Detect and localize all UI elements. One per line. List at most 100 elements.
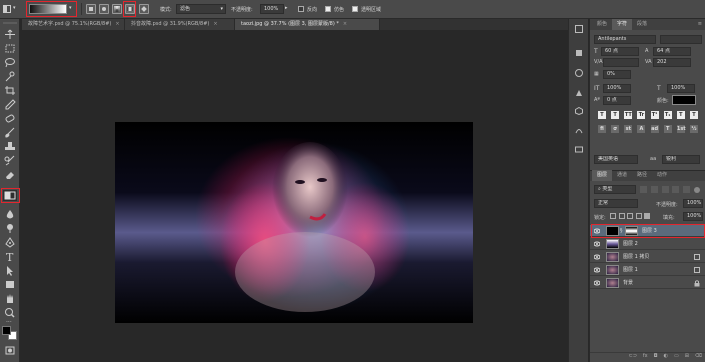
dodge-tool-icon[interactable] bbox=[3, 223, 17, 234]
linear-gradient-button[interactable] bbox=[86, 4, 96, 14]
ligatures-button[interactable]: fi bbox=[598, 125, 606, 133]
tab-document-1[interactable]: 故障艺术字.psd @ 75.1%(RGB/8#) × bbox=[22, 19, 125, 30]
lock-position-icon[interactable] bbox=[627, 213, 633, 219]
lock-all-icon[interactable] bbox=[644, 213, 650, 219]
eye-icon[interactable] bbox=[594, 241, 600, 247]
diamond-gradient-button[interactable] bbox=[139, 4, 149, 14]
tab-channels[interactable]: 通道 bbox=[612, 170, 632, 181]
layer-row[interactable]: 背景 bbox=[590, 277, 705, 289]
lock-artboard-icon[interactable] bbox=[635, 213, 642, 219]
superscript-button[interactable]: T¹ bbox=[650, 111, 659, 119]
leading-input[interactable]: 64 点 bbox=[653, 47, 691, 56]
font-size-input[interactable]: 60 点 bbox=[601, 47, 639, 56]
history-icon[interactable] bbox=[575, 25, 583, 33]
eye-icon[interactable] bbox=[594, 280, 600, 286]
layer-row[interactable]: 图层 2 bbox=[590, 238, 705, 250]
close-icon[interactable]: × bbox=[213, 21, 217, 27]
discretionary-ligatures-button[interactable]: st bbox=[624, 125, 633, 133]
tracking-input[interactable]: 202 bbox=[653, 58, 691, 67]
move-tool-icon[interactable] bbox=[3, 29, 17, 40]
new-group-icon[interactable]: ▭ bbox=[674, 353, 679, 362]
vertical-scale-input[interactable]: 100% bbox=[603, 84, 631, 93]
tab-paths[interactable]: 路径 bbox=[632, 170, 652, 181]
layer-opacity-input[interactable]: 100% bbox=[683, 199, 703, 208]
add-style-icon[interactable]: fx bbox=[643, 353, 648, 362]
close-icon[interactable]: × bbox=[343, 21, 347, 27]
eyedropper-tool-icon[interactable] bbox=[3, 99, 17, 110]
pen-tool-icon[interactable] bbox=[3, 237, 17, 248]
gradient-tool-icon[interactable] bbox=[3, 190, 17, 201]
small-caps-button[interactable]: Tr bbox=[637, 111, 646, 119]
chevron-right-icon[interactable]: ▸ bbox=[285, 5, 288, 11]
gradient-dropdown-chevron-icon[interactable]: ▾ bbox=[69, 5, 72, 11]
toolbar-grip[interactable] bbox=[3, 22, 17, 24]
foreground-color-swatch[interactable] bbox=[2, 326, 11, 335]
baseline-input[interactable]: 0 点 bbox=[603, 96, 631, 105]
hand-tool-icon[interactable] bbox=[3, 293, 17, 304]
new-layer-icon[interactable]: ⊞ bbox=[685, 353, 689, 362]
blur-tool-icon[interactable] bbox=[3, 209, 17, 220]
close-icon[interactable]: × bbox=[115, 21, 119, 27]
dither-checkbox[interactable] bbox=[325, 6, 331, 12]
add-mask-icon[interactable]: ◘ bbox=[654, 353, 658, 362]
opacity-input[interactable]: 100% bbox=[260, 4, 284, 14]
strikethrough-button[interactable]: T bbox=[689, 111, 698, 119]
more-tools-icon[interactable]: ··· bbox=[3, 319, 17, 326]
history-brush-tool-icon[interactable] bbox=[3, 155, 17, 166]
type-filter-button[interactable] bbox=[661, 186, 669, 193]
blend-mode-select[interactable]: 正常 bbox=[594, 199, 638, 208]
transparency-checkbox[interactable] bbox=[352, 6, 358, 12]
panel-menu-icon[interactable]: ≡ bbox=[698, 21, 702, 27]
faux-bold-button[interactable]: T bbox=[598, 111, 606, 119]
smart-object-filter-button[interactable] bbox=[683, 186, 690, 193]
clone-stamp-tool-icon[interactable] bbox=[3, 141, 17, 152]
layer-row[interactable]: 图层 1 拷贝 bbox=[590, 251, 705, 263]
layer-style-icon[interactable] bbox=[694, 267, 700, 273]
layer-filter-select[interactable]: ⌕ 类型 bbox=[594, 185, 636, 194]
tool-presets-icon[interactable] bbox=[575, 145, 583, 153]
marquee-tool-icon[interactable] bbox=[3, 43, 17, 54]
tab-color[interactable]: 颜色 bbox=[592, 19, 612, 30]
healing-brush-tool-icon[interactable] bbox=[3, 113, 17, 124]
paths-icon[interactable] bbox=[575, 126, 583, 134]
quick-selection-tool-icon[interactable] bbox=[3, 71, 17, 82]
swash-button[interactable]: A bbox=[637, 125, 646, 133]
quick-mask-icon[interactable] bbox=[3, 345, 17, 356]
trash-icon[interactable]: ⌫ bbox=[695, 353, 702, 362]
text-color-swatch[interactable] bbox=[672, 95, 696, 105]
pixel-filter-button[interactable] bbox=[640, 186, 647, 193]
document-canvas[interactable] bbox=[115, 122, 473, 323]
properties-icon[interactable] bbox=[575, 49, 583, 57]
ordinals-button[interactable]: 1st bbox=[676, 125, 686, 133]
new-adjustment-icon[interactable]: ◐ bbox=[664, 353, 668, 362]
contextual-alternates-button[interactable]: σ bbox=[611, 125, 620, 133]
info-icon[interactable] bbox=[575, 69, 583, 77]
angle-gradient-button[interactable] bbox=[112, 4, 122, 14]
underline-button[interactable]: T bbox=[676, 111, 685, 119]
fill-input[interactable]: 100% bbox=[683, 212, 703, 221]
lasso-tool-icon[interactable] bbox=[3, 57, 17, 68]
shape-filter-button[interactable] bbox=[672, 186, 680, 193]
reverse-checkbox[interactable] bbox=[298, 6, 304, 12]
language-select[interactable]: 美国英语 bbox=[594, 155, 638, 164]
font-style-select[interactable] bbox=[660, 35, 702, 44]
gradient-tool-icon[interactable] bbox=[3, 5, 11, 13]
tab-paragraph[interactable]: 段落 bbox=[632, 19, 652, 30]
layer-style-icon[interactable] bbox=[694, 254, 700, 260]
reflected-gradient-button[interactable] bbox=[125, 4, 135, 14]
3d-icon[interactable] bbox=[575, 106, 583, 116]
antialias-select[interactable]: 锐利 bbox=[662, 155, 700, 164]
eraser-tool-icon[interactable] bbox=[3, 169, 17, 180]
type-tool-icon[interactable]: T bbox=[3, 251, 17, 264]
eye-icon[interactable] bbox=[594, 267, 600, 273]
faux-italic-button[interactable]: T bbox=[611, 111, 620, 119]
all-caps-button[interactable]: TT bbox=[624, 111, 633, 119]
link-layers-icon[interactable]: ⊂⊃ bbox=[629, 353, 637, 362]
font-family-select[interactable]: Antilepants bbox=[594, 35, 656, 44]
zoom-tool-icon[interactable] bbox=[3, 307, 17, 318]
lock-transparent-icon[interactable] bbox=[610, 213, 616, 219]
kerning-input[interactable] bbox=[603, 58, 639, 67]
tab-document-3[interactable]: taozi.jpg @ 37.7% (图层 3, 图层蒙版/8) * × bbox=[235, 19, 380, 30]
lock-image-icon[interactable] bbox=[618, 213, 625, 219]
filter-toggle-button[interactable] bbox=[694, 187, 700, 193]
